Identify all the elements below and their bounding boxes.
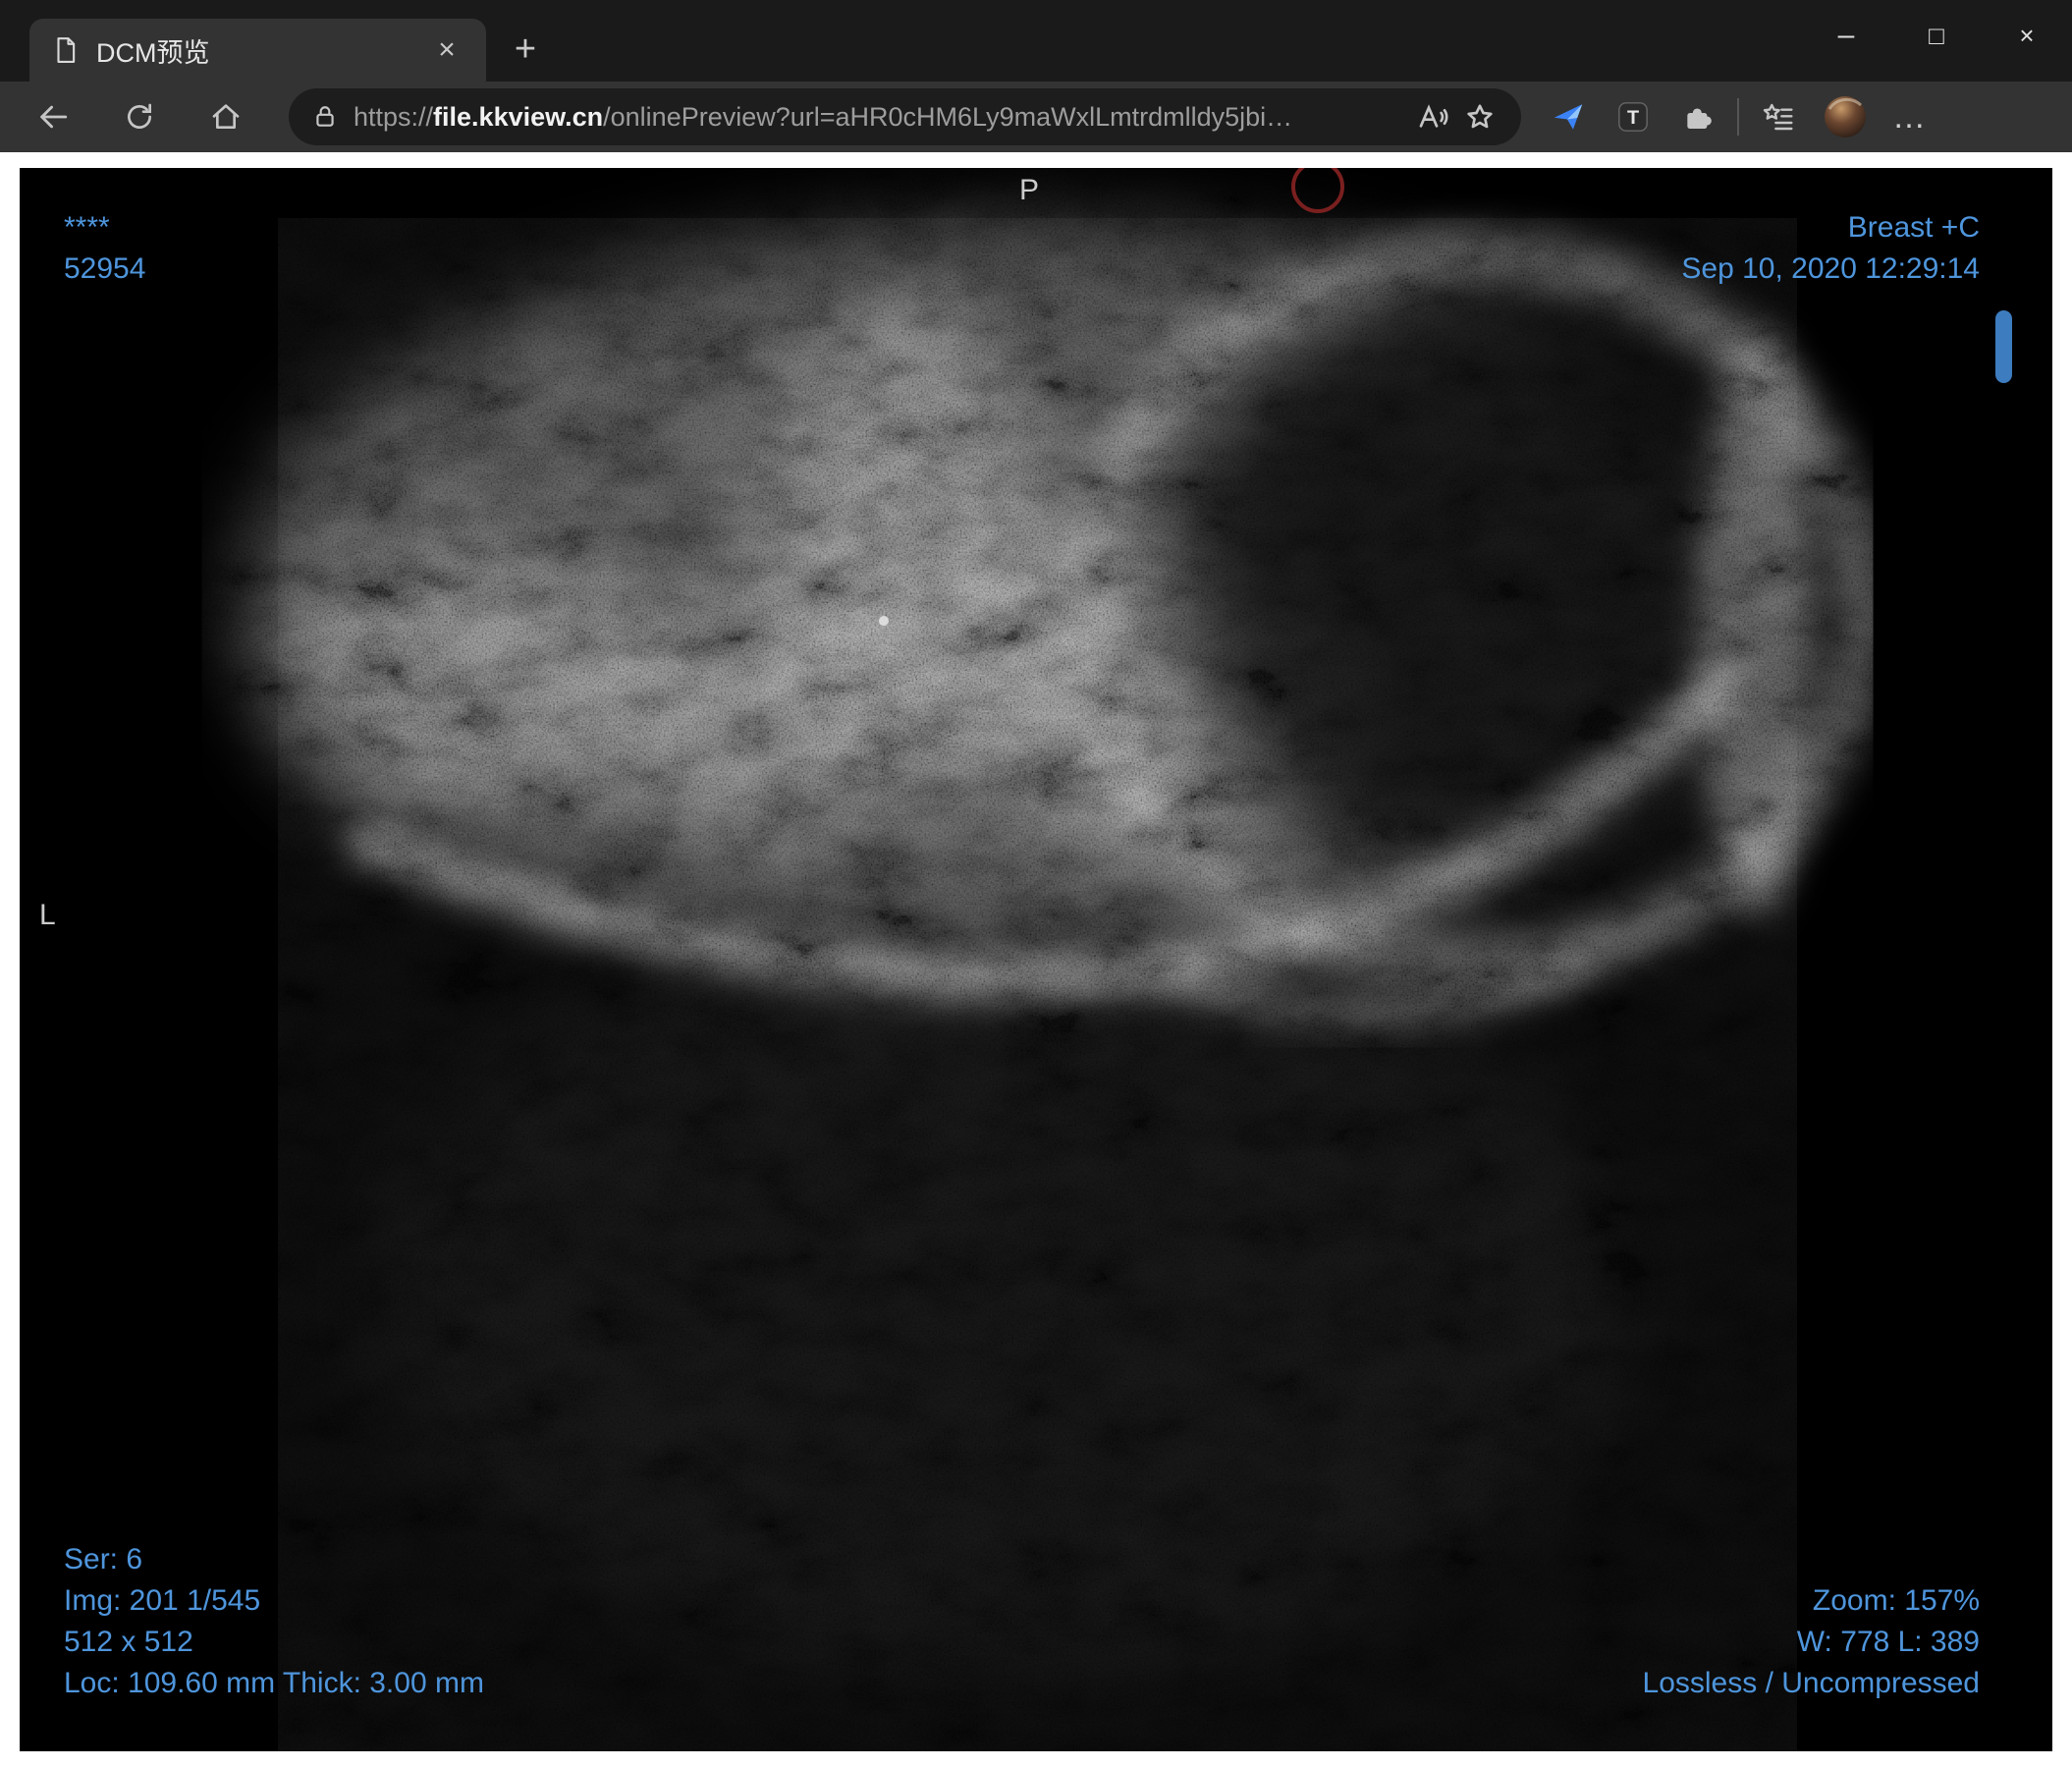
study-description: Breast +C <box>1847 211 1980 244</box>
tab-close-icon[interactable]: × <box>425 28 468 72</box>
tampermonkey-icon[interactable]: T <box>1608 91 1659 142</box>
lock-icon <box>312 104 338 130</box>
image-scrollbar-thumb[interactable] <box>1995 310 2012 383</box>
minimize-button[interactable]: – <box>1801 8 1891 63</box>
avatar[interactable] <box>1820 91 1871 142</box>
settings-menu-icon[interactable]: … <box>1884 91 1936 142</box>
refresh-button[interactable] <box>114 91 165 142</box>
dicom-viewer: **** 52954 Breast +C Sep 10, 2020 12:29:… <box>20 168 2052 1751</box>
overlay-bottom-right: Zoom: 157% W: 778 L: 389 Lossless / Unco… <box>1643 1580 1980 1704</box>
favorites-hub-icon[interactable] <box>1753 91 1804 142</box>
page-icon <box>51 35 81 65</box>
series-number: Ser: 6 <box>64 1543 143 1575</box>
orientation-left: L <box>39 899 56 931</box>
tab-dcm-preview[interactable]: DCM预览 × <box>29 19 486 82</box>
patient-number: 52954 <box>64 252 146 285</box>
tab-bar: DCM预览 × + – □ × <box>0 0 2072 82</box>
back-button[interactable] <box>27 91 79 142</box>
close-button[interactable]: × <box>1982 8 2072 63</box>
read-aloud-icon[interactable] <box>1409 93 1456 140</box>
browser-toolbar: https://file.kkview.cn/onlinePreview?url… <box>0 82 2072 152</box>
url-text[interactable]: https://file.kkview.cn/onlinePreview?url… <box>354 102 1409 133</box>
maximize-button[interactable]: □ <box>1891 8 1982 63</box>
study-datetime: Sep 10, 2020 12:29:14 <box>1681 252 1980 285</box>
extensions-puzzle-icon[interactable] <box>1672 91 1723 142</box>
slice-location: Loc: 109.60 mm Thick: 3.00 mm <box>64 1667 484 1699</box>
browser-window: DCM预览 × + – □ × https://file.kkview.cn/o… <box>0 0 2072 1768</box>
new-tab-button[interactable]: + <box>503 27 548 72</box>
favorite-star-icon[interactable] <box>1456 93 1503 140</box>
overlay-top-left: **** 52954 <box>64 207 145 290</box>
compression-info: Lossless / Uncompressed <box>1642 1667 1980 1699</box>
matrix-size: 512 x 512 <box>64 1626 193 1658</box>
overlay-bottom-left: Ser: 6 Img: 201 1/545 512 x 512 Loc: 109… <box>64 1539 484 1704</box>
svg-text:T: T <box>1627 107 1639 129</box>
address-bar[interactable]: https://file.kkview.cn/onlinePreview?url… <box>289 88 1521 145</box>
mri-image <box>20 168 2052 1751</box>
overlay-top-right: Breast +C Sep 10, 2020 12:29:14 <box>1681 207 1980 290</box>
page-content: **** 52954 Breast +C Sep 10, 2020 12:29:… <box>0 152 2072 1768</box>
window-level: W: 778 L: 389 <box>1796 1626 1980 1658</box>
patient-id-masked: **** <box>64 211 110 244</box>
zoom-level: Zoom: 157% <box>1812 1584 1980 1617</box>
tab-title: DCM预览 <box>96 37 210 68</box>
toolbar-right-icons: T … <box>1543 91 1936 142</box>
window-controls: – □ × <box>1801 8 2072 63</box>
image-number: Img: 201 1/545 <box>64 1584 261 1617</box>
orientation-posterior: P <box>1018 174 1039 206</box>
home-button[interactable] <box>200 91 251 142</box>
toolbar-divider <box>1737 98 1739 136</box>
extension-paper-plane-icon[interactable] <box>1543 91 1594 142</box>
